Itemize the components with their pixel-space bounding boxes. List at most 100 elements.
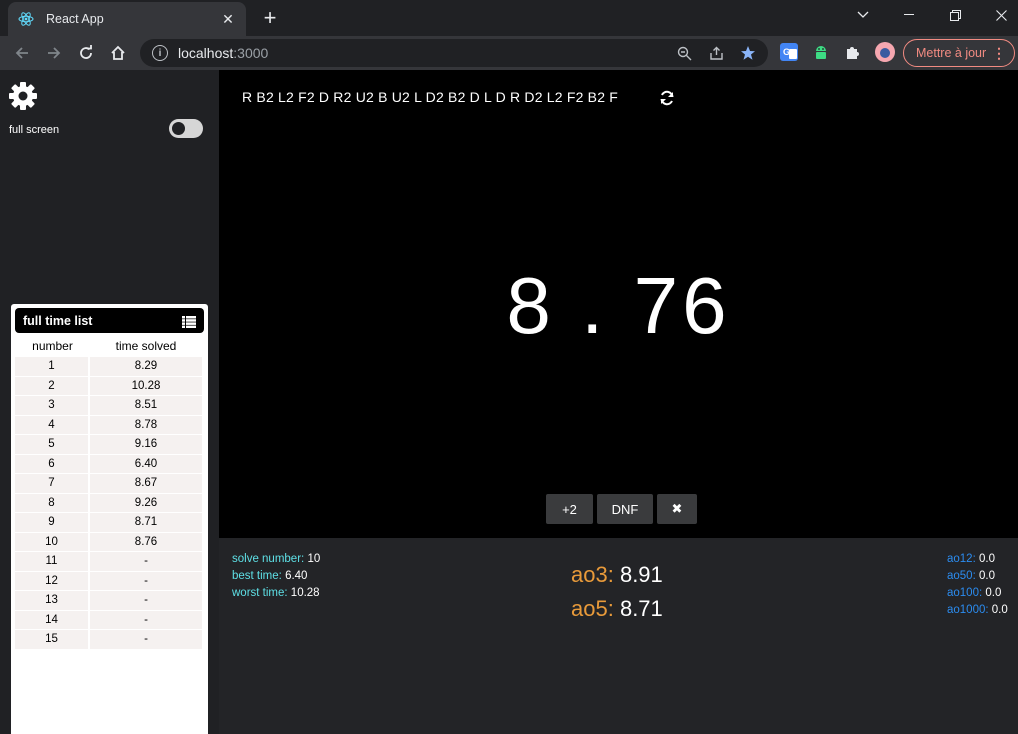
table-row: 12- <box>15 571 204 591</box>
close-window-button[interactable] <box>978 0 1018 30</box>
table-row: 5 9.16 <box>15 435 204 455</box>
zoom-icon[interactable] <box>676 45 692 61</box>
share-icon[interactable] <box>708 45 724 61</box>
ao1000-label: ao1000: <box>947 604 989 616</box>
solve-number-cell: 7 <box>15 474 90 493</box>
refresh-scramble-icon[interactable] <box>659 90 675 106</box>
minimize-button[interactable] <box>886 0 932 30</box>
solve-number-cell: 9 <box>15 513 90 532</box>
time-solved-cell: 10.28 <box>90 376 202 395</box>
solve-number-cell: 14 <box>15 610 90 629</box>
home-icon[interactable] <box>105 40 131 66</box>
tab-close-icon[interactable]: ✕ <box>220 11 236 27</box>
browser-toolbar: i localhost:3000 G Mettre à jour ⋮ <box>0 36 1018 70</box>
worst-time-stat: worst time: 10.28 <box>232 587 320 599</box>
ao5-label: ao5: <box>571 596 614 621</box>
ao50-label: ao50: <box>947 570 976 582</box>
ao12-label: ao12: <box>947 553 976 565</box>
ao5-stat: ao5: 8.71 <box>571 596 663 622</box>
delete-solve-button[interactable]: ✖ <box>657 494 697 524</box>
dnf-button[interactable]: DNF <box>597 494 653 524</box>
google-translate-icon[interactable]: G <box>780 43 798 61</box>
solve-number-value: 10 <box>307 553 321 565</box>
solve-number-cell: 15 <box>15 630 90 649</box>
table-row: 9 8.71 <box>15 513 204 533</box>
best-time-label: best time: <box>232 570 282 582</box>
site-info-icon[interactable]: i <box>152 45 168 61</box>
plus2-button[interactable]: +2 <box>546 494 593 524</box>
time-list-rows: 1 8.29 2 10.28 3 8.51 4 8.78 5 9.16 6 6.40 7 8.67 8 9.2… <box>15 357 204 650</box>
penalty-buttons: +2 DNF ✖ <box>546 494 697 524</box>
time-solved-cell: 9.26 <box>90 493 202 512</box>
solve-number-cell: 13 <box>15 591 90 610</box>
full-screen-label: full screen <box>9 124 60 136</box>
cube-timer-app: full screen full time list number time s… <box>0 70 1018 734</box>
table-row: 8 9.26 <box>15 493 204 513</box>
ao100-label: ao100: <box>947 587 983 599</box>
time-solved-cell: - <box>90 552 202 571</box>
address-bar[interactable]: i localhost:3000 <box>140 39 768 67</box>
timer-display: 8 . 76 <box>506 261 731 350</box>
time-solved-cell: 8.71 <box>90 513 202 532</box>
time-list-columns: number time solved <box>15 339 204 357</box>
table-row: 4 8.78 <box>15 415 204 435</box>
solve-number-cell: 6 <box>15 454 90 473</box>
tab-search-chevron-icon[interactable] <box>840 0 886 30</box>
time-solved-cell: 8.78 <box>90 415 202 434</box>
android-extension-icon[interactable] <box>812 43 830 61</box>
time-solved-cell: 9.16 <box>90 435 202 454</box>
time-solved-cell: 8.76 <box>90 532 202 551</box>
ao1000-stat: ao1000: 0.0 <box>947 604 1008 616</box>
time-list-header: full time list <box>15 308 204 333</box>
time-solved-cell: 8.29 <box>90 357 202 376</box>
solve-number-cell: 1 <box>15 357 90 376</box>
url-host: localhost <box>178 45 234 61</box>
full-screen-toggle[interactable] <box>169 119 203 138</box>
ao1000-value: 0.0 <box>991 604 1008 616</box>
time-solved-cell: - <box>90 610 202 629</box>
toggle-knob <box>172 122 185 135</box>
best-time-stat: best time: 6.40 <box>232 570 307 582</box>
ao12-stat: ao12: 0.0 <box>947 553 995 565</box>
svg-text:G: G <box>783 47 790 57</box>
time-solved-cell: 8.67 <box>90 474 202 493</box>
solve-number-label: solve number: <box>232 553 305 565</box>
solve-number-cell: 8 <box>15 493 90 512</box>
table-row: 1 8.29 <box>15 357 204 377</box>
stats-panel: solve number: 10 best time: 6.40 worst t… <box>219 538 1018 734</box>
time-solved-cell: 8.51 <box>90 396 202 415</box>
ao3-label: ao3: <box>571 562 614 587</box>
timer-area[interactable]: R B2 L2 F2 D R2 U2 B U2 L D2 B2 D L D R … <box>219 70 1018 538</box>
restore-button[interactable] <box>932 0 978 30</box>
bookmark-star-icon[interactable] <box>740 45 756 61</box>
ao50-stat: ao50: 0.0 <box>947 570 995 582</box>
new-tab-button[interactable]: + <box>258 5 282 30</box>
table-row: 14- <box>15 610 204 630</box>
browser-tab[interactable]: React App ✕ <box>8 2 246 36</box>
list-icon[interactable] <box>182 315 196 328</box>
table-row: 7 8.67 <box>15 474 204 494</box>
url-port: :3000 <box>233 45 269 61</box>
ao3-stat: ao3: 8.91 <box>571 562 663 588</box>
table-row: 2 10.28 <box>15 376 204 396</box>
settings-gear-icon[interactable] <box>8 81 38 111</box>
reload-icon[interactable] <box>73 40 99 66</box>
ao50-value: 0.0 <box>978 570 995 582</box>
scramble-text: R B2 L2 F2 D R2 U2 B U2 L D2 B2 D L D R … <box>242 89 619 105</box>
sidebar: full screen full time list number time s… <box>0 70 219 734</box>
react-logo-icon <box>18 11 34 27</box>
update-button-label: Mettre à jour <box>916 46 987 60</box>
forward-arrow-icon[interactable] <box>41 40 67 66</box>
menu-dots-icon[interactable]: ⋮ <box>992 45 1006 62</box>
solve-number-cell: 12 <box>15 571 90 590</box>
update-button[interactable]: Mettre à jour ⋮ <box>903 39 1015 67</box>
time-solved-cell: - <box>90 571 202 590</box>
table-row: 15- <box>15 630 204 650</box>
table-row: 3 8.51 <box>15 396 204 416</box>
ao3-value: 8.91 <box>619 562 663 587</box>
column-header-time: time solved <box>115 339 177 353</box>
time-list-panel: full time list number time solved 1 8.29 2… <box>11 304 208 734</box>
extensions-puzzle-icon[interactable] <box>844 43 862 61</box>
back-arrow-icon[interactable] <box>9 40 35 66</box>
profile-avatar[interactable] <box>875 42 895 62</box>
